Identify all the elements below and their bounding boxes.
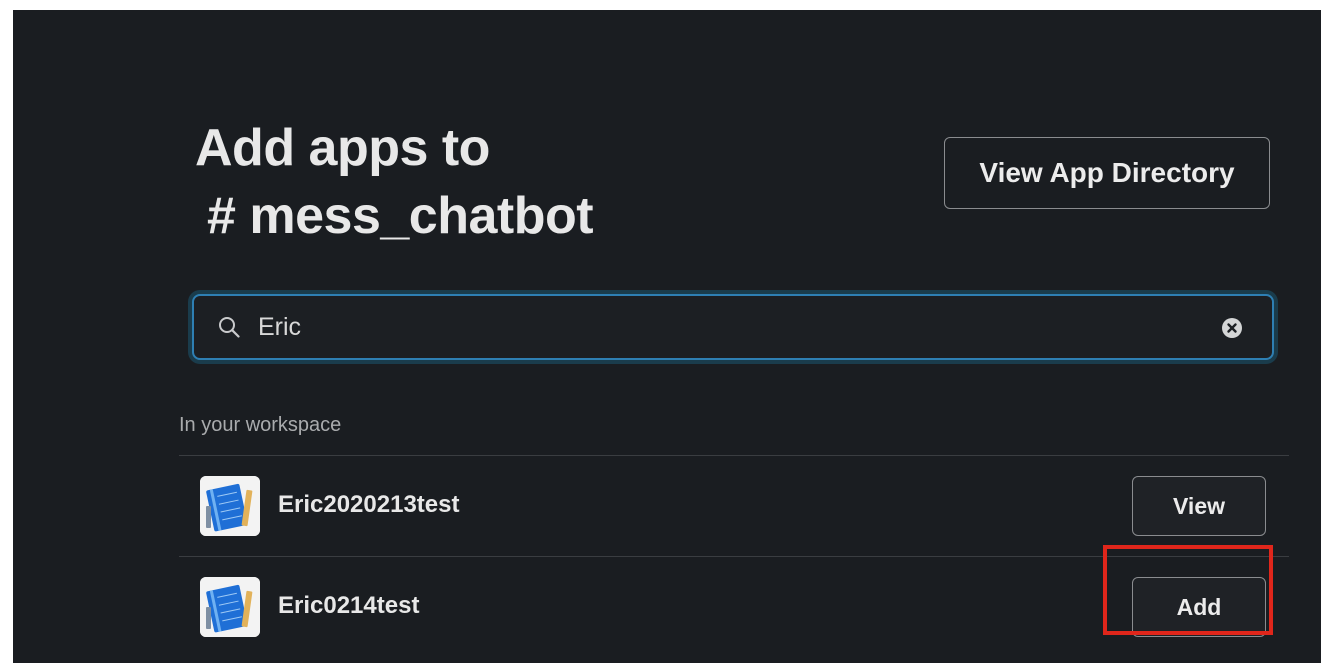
search-input[interactable] <box>258 306 1198 348</box>
section-label-workspace: In your workspace <box>179 414 342 436</box>
app-row-eric2020213test: Eric2020213test View <box>179 456 1289 556</box>
dialog-title-channel: # mess_chatbot <box>207 187 594 245</box>
view-app-directory-button[interactable]: View App Directory <box>944 137 1270 209</box>
dialog-title: Add apps to # mess_chatbot <box>195 114 594 250</box>
add-apps-dialog: Add apps to # mess_chatbot View App Dire… <box>13 10 1321 663</box>
app-row-eric0214test: Eric0214test Add <box>179 557 1289 657</box>
app-notebook-icon <box>200 577 260 637</box>
view-app-button[interactable]: View <box>1132 476 1266 536</box>
search-icon <box>219 317 240 338</box>
app-notebook-icon <box>200 476 260 536</box>
app-name: Eric2020213test <box>278 491 460 518</box>
app-name: Eric0214test <box>278 592 420 619</box>
clear-icon[interactable] <box>1221 317 1243 339</box>
dialog-title-line1: Add apps to <box>195 119 490 177</box>
add-app-button[interactable]: Add <box>1132 577 1266 637</box>
search-box[interactable] <box>192 294 1274 360</box>
